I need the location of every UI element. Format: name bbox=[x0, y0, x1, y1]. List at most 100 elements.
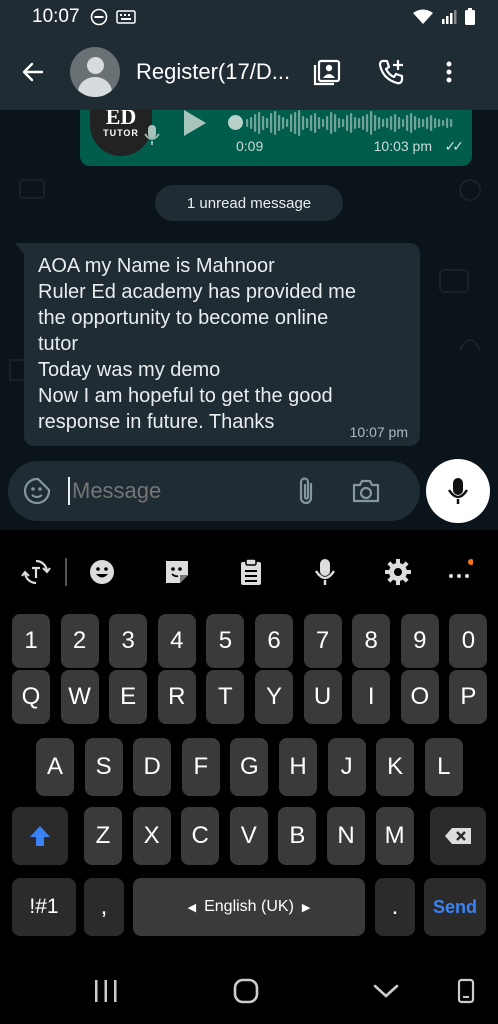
key-b[interactable]: B bbox=[278, 807, 317, 865]
key-t[interactable]: T bbox=[206, 670, 245, 724]
keyboard-switch-icon[interactable] bbox=[446, 976, 486, 1006]
toolbar-divider bbox=[65, 558, 67, 586]
waveform-bar bbox=[266, 118, 269, 128]
waveform-bar bbox=[398, 117, 401, 129]
key-w[interactable]: W bbox=[60, 670, 99, 724]
recent-apps-icon[interactable] bbox=[86, 976, 126, 1006]
home-icon[interactable] bbox=[226, 976, 266, 1006]
comma-key[interactable]: , bbox=[84, 878, 124, 936]
waveform-bar bbox=[374, 115, 377, 131]
waveform-bar bbox=[358, 118, 361, 128]
contact-card-icon[interactable] bbox=[310, 55, 344, 89]
key-i[interactable]: I bbox=[352, 670, 391, 724]
avatar[interactable] bbox=[70, 47, 120, 97]
key-e[interactable]: E bbox=[109, 670, 148, 724]
waveform-bar bbox=[302, 116, 305, 130]
key-3[interactable]: 3 bbox=[109, 614, 148, 668]
key-o[interactable]: O bbox=[400, 670, 439, 724]
key-c[interactable]: C bbox=[181, 807, 220, 865]
symbols-key[interactable]: !#1 bbox=[12, 878, 76, 936]
key-4[interactable]: 4 bbox=[157, 614, 196, 668]
waveform[interactable] bbox=[246, 110, 456, 138]
waveform-bar bbox=[262, 116, 265, 130]
key-y[interactable]: Y bbox=[255, 670, 293, 724]
key-z[interactable]: Z bbox=[84, 807, 122, 865]
waveform-bar bbox=[386, 118, 389, 128]
key-f[interactable]: F bbox=[181, 738, 220, 796]
key-7[interactable]: 7 bbox=[303, 614, 342, 668]
key-g[interactable]: G bbox=[230, 738, 269, 796]
key-8[interactable]: 8 bbox=[352, 614, 391, 668]
back-nav-icon[interactable] bbox=[366, 976, 406, 1006]
key-2[interactable]: 2 bbox=[60, 614, 99, 668]
system-nav-bar bbox=[0, 958, 498, 1024]
sticker-emoji-icon[interactable] bbox=[22, 476, 52, 506]
send-key[interactable]: Send bbox=[424, 878, 486, 936]
voice-record-button[interactable] bbox=[426, 459, 490, 523]
incoming-message-bubble[interactable]: AOA my Name is Mahnoor Ruler Ed academy … bbox=[15, 243, 420, 446]
waveform-bar bbox=[402, 119, 405, 127]
key-5[interactable]: 5 bbox=[206, 614, 245, 668]
back-arrow-icon[interactable] bbox=[18, 57, 48, 87]
clipboard-icon[interactable] bbox=[231, 552, 271, 592]
key-l[interactable]: L bbox=[424, 738, 463, 796]
backspace-icon bbox=[445, 828, 471, 844]
voice-input-icon[interactable] bbox=[305, 552, 345, 592]
key-u[interactable]: U bbox=[303, 670, 342, 724]
waveform-bar bbox=[306, 118, 309, 128]
message-line: the opportunity to become online bbox=[38, 307, 329, 329]
waveform-bar bbox=[270, 113, 273, 133]
signal-icon bbox=[442, 10, 457, 24]
key-p[interactable]: P bbox=[449, 670, 488, 724]
voice-sender-thumbnail: ED TUTOR bbox=[90, 110, 152, 156]
message-line: AOA my Name is Mahnoor bbox=[38, 255, 275, 277]
waveform-bar bbox=[278, 115, 281, 131]
attach-icon[interactable] bbox=[286, 471, 326, 511]
voice-message-bubble[interactable]: ED TUTOR 0:09 10:03 pm ✓✓ bbox=[80, 110, 472, 166]
shift-icon bbox=[30, 826, 50, 846]
waveform-bar bbox=[394, 114, 397, 132]
waveform-bar bbox=[310, 115, 313, 131]
message-time: 10:07 pm bbox=[349, 424, 408, 440]
add-call-icon[interactable] bbox=[374, 55, 408, 89]
key-v[interactable]: V bbox=[229, 807, 268, 865]
camera-icon[interactable] bbox=[346, 471, 386, 511]
key-q[interactable]: Q bbox=[12, 670, 50, 724]
emoji-icon[interactable] bbox=[82, 552, 122, 592]
message-input[interactable] bbox=[72, 478, 286, 504]
seek-knob[interactable] bbox=[228, 115, 243, 130]
waveform-bar bbox=[450, 119, 453, 127]
key-0[interactable]: 0 bbox=[449, 614, 488, 668]
period-key[interactable]: . bbox=[375, 878, 415, 936]
chat-title[interactable]: Register(17/D... bbox=[136, 59, 302, 85]
key-j[interactable]: J bbox=[327, 738, 366, 796]
compose-bar bbox=[8, 461, 420, 521]
key-a[interactable]: A bbox=[36, 738, 74, 796]
key-9[interactable]: 9 bbox=[400, 614, 439, 668]
backspace-key[interactable] bbox=[430, 807, 486, 865]
key-6[interactable]: 6 bbox=[255, 614, 293, 668]
sticker-icon[interactable] bbox=[157, 552, 197, 592]
key-d[interactable]: D bbox=[133, 738, 172, 796]
waveform-bar bbox=[330, 112, 333, 134]
key-h[interactable]: H bbox=[279, 738, 317, 796]
space-key[interactable]: ◀ English (UK) ▶ bbox=[133, 878, 365, 936]
more-vert-icon[interactable] bbox=[432, 55, 466, 89]
key-x[interactable]: X bbox=[132, 807, 171, 865]
key-s[interactable]: S bbox=[84, 738, 123, 796]
mic-small-icon bbox=[144, 125, 160, 145]
waveform-bar bbox=[382, 119, 385, 127]
key-1[interactable]: 1 bbox=[12, 614, 50, 668]
shift-key[interactable] bbox=[12, 807, 68, 865]
translate-icon[interactable] bbox=[16, 552, 56, 592]
waveform-bar bbox=[290, 114, 293, 132]
play-icon[interactable] bbox=[184, 110, 206, 136]
text-cursor bbox=[68, 477, 70, 505]
settings-icon[interactable] bbox=[378, 552, 418, 592]
key-k[interactable]: K bbox=[376, 738, 415, 796]
key-m[interactable]: M bbox=[375, 807, 414, 865]
key-r[interactable]: R bbox=[157, 670, 196, 724]
lang-right-icon: ▶ bbox=[301, 901, 311, 914]
key-n[interactable]: N bbox=[327, 807, 365, 865]
more-icon[interactable] bbox=[440, 552, 480, 592]
